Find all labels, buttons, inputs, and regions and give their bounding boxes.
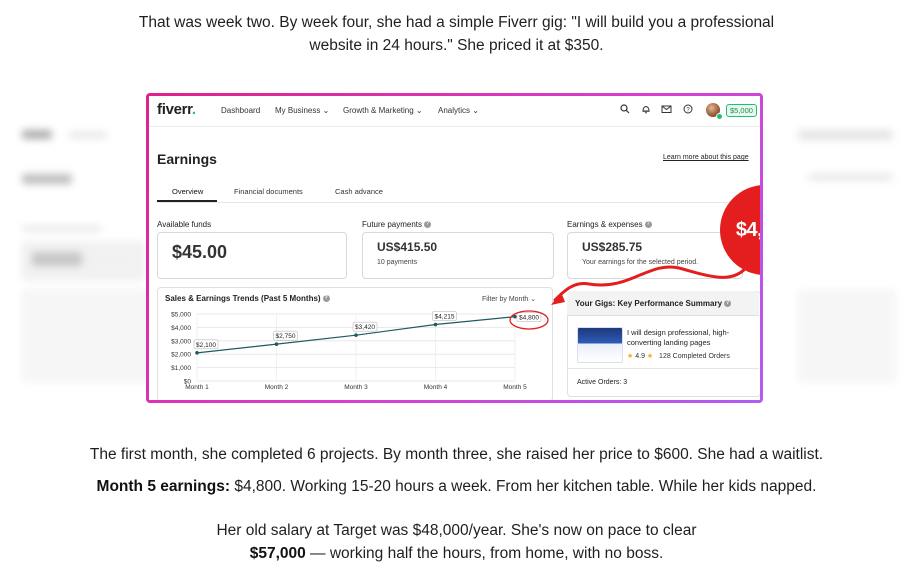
story-paragraph-3: Her old salary at Target was $48,000/yea… <box>216 522 697 562</box>
y-tick-label: $5,000 <box>171 312 191 319</box>
x-tick-label: Month 3 <box>344 384 368 391</box>
y-tick-label: $4,000 <box>171 325 191 332</box>
gig-rating: ★ 4.9 ★ 128 Completed Orders <box>627 352 730 360</box>
data-label: $2,100 <box>196 342 216 349</box>
data-label: $4,800 <box>519 315 539 322</box>
data-point <box>513 314 517 319</box>
gig-thumbnail[interactable] <box>577 327 623 363</box>
y-tick-label: $2,000 <box>171 352 191 359</box>
data-point <box>433 322 438 327</box>
story-paragraph-1: The first month, she completed 6 project… <box>89 446 824 463</box>
data-label: $3,420 <box>355 324 375 331</box>
screenshot-frame: fiverr. Dashboard My Business ⌄ Growth &… <box>146 93 763 403</box>
data-label: $4,215 <box>435 314 455 321</box>
fiverr-earnings-screenshot: fiverr. Dashboard My Business ⌄ Growth &… <box>149 96 760 400</box>
data-point <box>354 333 358 337</box>
intro-line-2: website in 24 hours." She priced it at $… <box>309 37 604 54</box>
y-tick-label: $1,000 <box>171 365 191 372</box>
completed-orders: 128 Completed Orders <box>659 353 730 360</box>
kpi-title: Your Gigs: Key Performance Summary? <box>575 299 732 308</box>
data-label: $2,750 <box>276 333 296 340</box>
intro-line-1: That was week two. By week four, she had… <box>138 14 775 31</box>
gig-title[interactable]: I will design professional, high-convert… <box>627 328 755 348</box>
active-orders: Active Orders: 3 <box>577 379 628 386</box>
x-tick-label: Month 4 <box>424 384 448 391</box>
x-tick-label: Month 2 <box>265 384 289 391</box>
info-icon[interactable]: ? <box>724 300 732 308</box>
star-icon: ★ <box>646 353 654 360</box>
month-5-label: Month 5 earnings: <box>96 478 231 495</box>
story-paragraph-2: Month 5 earnings: $4,800. Working 15-20 … <box>96 478 817 495</box>
star-icon: ★ <box>627 353 634 360</box>
data-point <box>274 342 279 346</box>
x-tick-label: Month 5 <box>503 384 527 391</box>
kpi-divider <box>567 368 759 369</box>
x-tick-label: Month 1 <box>185 384 209 391</box>
intro-paragraph: That was week two. By week four, she had… <box>0 11 913 57</box>
data-point <box>195 351 199 355</box>
gig-rating-value: 4.9 <box>635 353 645 360</box>
projected-salary: $57,000 <box>249 545 306 562</box>
y-tick-label: $3,000 <box>171 338 191 345</box>
